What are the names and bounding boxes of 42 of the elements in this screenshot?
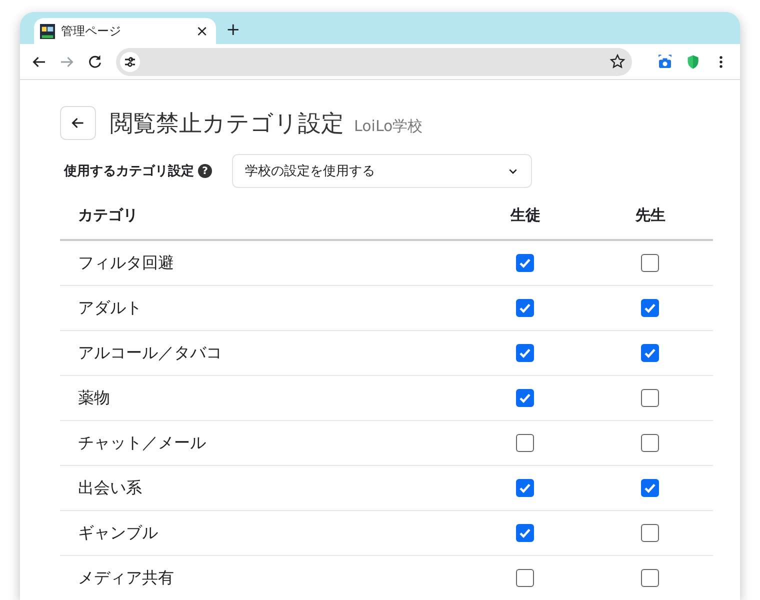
category-name: メディア共有 [77,568,175,588]
teacher-checkbox[interactable] [641,569,660,587]
student-checkbox[interactable] [516,524,534,542]
teacher-checkbox[interactable] [641,254,660,272]
site-settings-icon[interactable] [120,52,140,72]
student-checkbox[interactable] [516,299,534,317]
student-checkbox[interactable] [516,434,534,452]
teacher-checkbox[interactable] [641,299,660,317]
category-name: フィルタ回避 [77,252,175,274]
student-checkbox[interactable] [516,389,534,407]
student-checkbox[interactable] [516,254,534,272]
back-button[interactable] [60,106,96,140]
category-name: 出会い系 [77,478,143,498]
browser-tab[interactable]: 管理ページ × [34,18,216,44]
school-name: LoiLo学校 [354,116,423,136]
category-name: アダルト [77,298,143,318]
tab-close-button[interactable]: × [194,22,210,40]
category-name: アルコール／タバコ [77,342,223,364]
page-title: 閲覧禁止カテゴリ設定 [110,110,344,138]
category-name: ギャンブル [77,522,159,544]
new-tab-button[interactable]: + [226,20,240,40]
column-header: 生徒 [509,206,542,225]
column-header: 先生 [634,206,666,225]
teacher-checkbox[interactable] [641,434,660,452]
teacher-checkbox[interactable] [641,389,660,407]
help-icon[interactable]: ? [198,164,212,178]
teacher-checkbox[interactable] [641,479,660,497]
tab-title: 管理ページ [61,22,122,40]
student-checkbox[interactable] [516,569,534,587]
category-name: 薬物 [77,388,111,408]
teacher-checkbox[interactable] [641,524,660,542]
bookmark-star-icon[interactable] [609,53,626,70]
teacher-checkbox[interactable] [641,344,660,362]
category-setting-dropdown[interactable]: 学校の設定を使用する [232,154,532,188]
setting-label: 使用するカテゴリ設定 [64,162,194,180]
camera-icon[interactable] [656,52,674,70]
category-name: チャット／メール [77,432,207,454]
column-header: カテゴリ [77,206,139,225]
app-favicon-icon [40,24,55,38]
reload-icon[interactable] [86,52,104,70]
student-checkbox[interactable] [516,479,534,497]
student-checkbox[interactable] [516,344,534,362]
